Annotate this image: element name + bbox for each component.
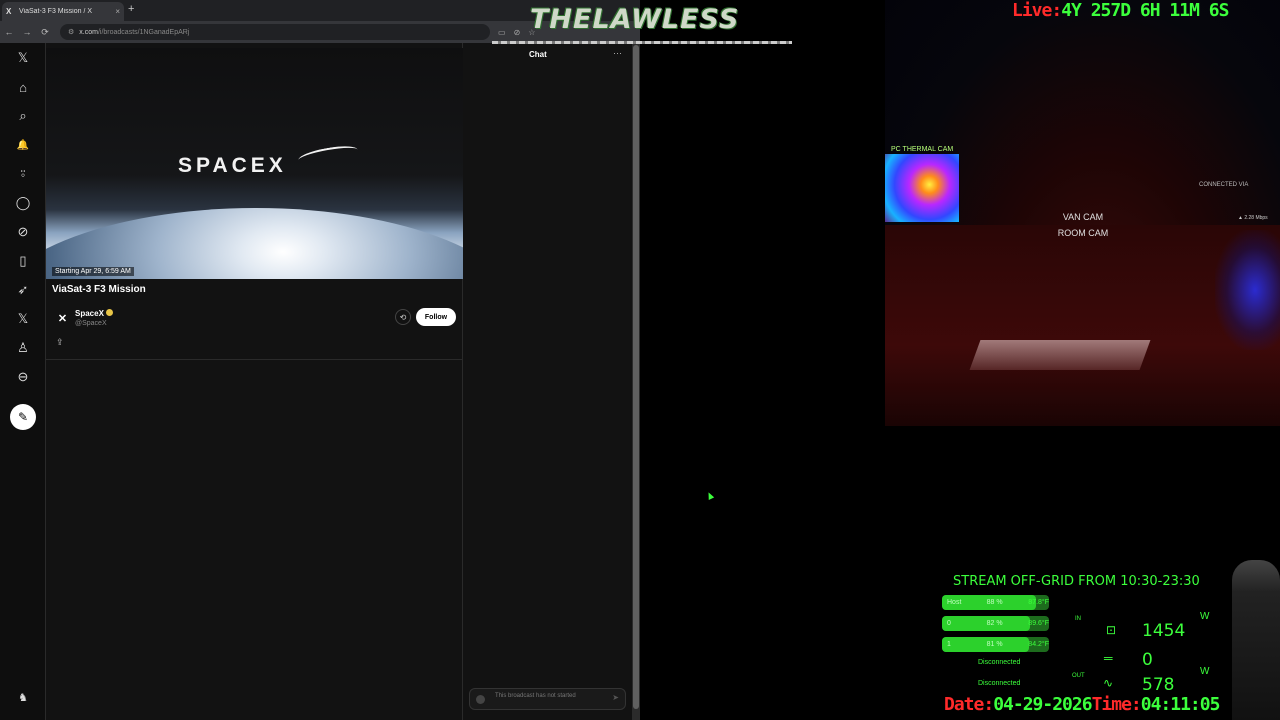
van-cam-label: VAN CAM xyxy=(1062,212,1104,222)
close-icon[interactable]: × xyxy=(115,7,120,16)
spacex-avatar-icon[interactable]: ✕ xyxy=(54,310,71,327)
battery-label: 0 xyxy=(947,620,951,627)
room-cam-label: ROOM CAM xyxy=(1057,228,1109,238)
site-info-icon[interactable]: ⚙ xyxy=(68,28,74,36)
barbed-wire-decoration xyxy=(492,41,792,44)
browser-window: X ViaSat-3 F3 Mission / X × + ← → ⟳ ⚙ x.… xyxy=(0,0,640,720)
network-speed: ▲ 2.28 Mbps xyxy=(1238,215,1268,221)
thermal-cam-label: PC THERMAL CAM xyxy=(891,146,954,153)
battery-percent: 82 % xyxy=(986,620,1003,627)
screen: X ViaSat-3 F3 Mission / X × + ← → ⟳ ⚙ x.… xyxy=(0,0,1280,720)
author-block[interactable]: ✕ SpaceX @SpaceX xyxy=(54,307,113,329)
battery-0-bar: 0 82 % 89.6°F xyxy=(942,616,1049,631)
chat-input[interactable]: This broadcast has not started ➤ xyxy=(469,688,626,710)
date-value: 04-29-2026 xyxy=(993,694,1092,715)
author-name[interactable]: SpaceX xyxy=(75,309,104,318)
spacex-logo: SPACEX xyxy=(178,142,359,178)
disconnected-status-2: Disconnected xyxy=(978,680,1021,687)
tab-active[interactable]: X ViaSat-3 F3 Mission / X × xyxy=(2,2,124,21)
account-avatar-icon[interactable]: ♞ xyxy=(12,686,34,708)
reload-button[interactable]: ⟳ xyxy=(36,27,54,38)
scrollbar-thumb[interactable] xyxy=(633,45,639,709)
power-value-1: 1454 xyxy=(1142,621,1186,641)
power-value-3: 578 xyxy=(1142,675,1175,695)
datetime-readout: Date:04-29-2026Time:04:11:05 xyxy=(944,694,1221,715)
spacex-logo-text: SPACEX xyxy=(178,154,287,177)
url-path: /i/broadcasts/1NGanadEpARj xyxy=(97,28,190,36)
share-icon[interactable]: ⇪ xyxy=(56,337,64,348)
message-icon[interactable]: ◯ xyxy=(12,192,34,214)
offgrid-schedule: STREAM OFF-GRID FROM 10:30-23:30 xyxy=(953,574,1200,589)
premium-x-icon[interactable]: 𝕏 xyxy=(12,308,34,330)
profile-icon[interactable]: ♙ xyxy=(12,337,34,359)
time-label: Time: xyxy=(1091,694,1142,715)
battery-percent: 88 % xyxy=(986,599,1003,606)
chat-title: Chat xyxy=(529,50,547,59)
battery-temp: 84.2°F xyxy=(1028,641,1049,648)
send-icon[interactable]: ➤ xyxy=(612,694,619,702)
tab-title: ViaSat-3 F3 Mission / X xyxy=(19,8,93,15)
ac-icon: ∿ xyxy=(1103,676,1114,690)
new-tab-button[interactable]: + xyxy=(128,3,134,15)
battery-label: Host xyxy=(947,599,962,606)
scrollbar[interactable] xyxy=(632,43,640,720)
time-value: 04:11:05 xyxy=(1140,694,1221,715)
keyboard-image xyxy=(969,340,1151,370)
repost-button[interactable]: ⟲ xyxy=(395,309,411,325)
search-icon[interactable]: ⌕ xyxy=(12,105,34,127)
rocket-icon[interactable]: ➶ xyxy=(12,279,34,301)
mouse-cursor-icon xyxy=(705,491,715,500)
divider xyxy=(46,359,463,360)
chat-panel: Chat ··· This broadcast has not started … xyxy=(463,43,632,720)
grok-icon[interactable]: ⊘ xyxy=(12,221,34,243)
out-label: OUT xyxy=(1072,673,1085,679)
verified-badge-icon xyxy=(105,309,113,316)
url-domain: x.com xyxy=(79,28,98,36)
url-field[interactable]: ⚙ x.com/i/broadcasts/1NGanadEpARj xyxy=(60,24,490,40)
live-label: Live: xyxy=(1012,0,1062,21)
watt-unit-1: W xyxy=(1200,611,1210,622)
thermal-cam-feed xyxy=(885,154,959,222)
spacex-swoosh-icon xyxy=(297,142,359,168)
dc-icon: ═ xyxy=(1104,651,1113,665)
date-label: Date: xyxy=(944,694,994,715)
connected-via-label: CONNECTED VIA xyxy=(1199,182,1249,188)
bookmark-icon[interactable]: ▯ xyxy=(12,250,34,272)
battery-temp: 87.8°F xyxy=(1028,599,1049,606)
add-user-icon[interactable]: ⍤ xyxy=(12,163,34,185)
outlet-icon: ⊡ xyxy=(1106,623,1117,637)
battery-percent: 81 % xyxy=(986,641,1003,648)
x-sidebar: 𝕏 ⌂ ⌕ 🔔 ⍤ ◯ ⊘ ▯ ➶ 𝕏 ♙ ⊖ ✎ ♞ xyxy=(0,43,46,720)
more-icon[interactable]: ⊖ xyxy=(12,366,34,388)
battery-temp: 89.6°F xyxy=(1028,620,1049,627)
broadcast-title: ViaSat-3 F3 Mission xyxy=(52,284,146,295)
brand-text: THELAWLESS xyxy=(530,4,740,35)
broadcast-main: SPACEX Starting Apr 29, 6:59 AM ViaSat-3… xyxy=(46,43,463,720)
power-value-2: 0 xyxy=(1142,650,1153,670)
start-time-badge: Starting Apr 29, 6:59 AM xyxy=(52,267,134,276)
live-uptime: Live:4Y 257D 6H 11M 6S xyxy=(1012,0,1229,21)
x-logo-icon: X xyxy=(6,7,12,16)
bell-icon[interactable]: 🔔 xyxy=(12,134,34,156)
emoji-icon[interactable] xyxy=(476,695,485,704)
battery-1-bar: 1 81 % 84.2°F xyxy=(942,637,1049,652)
watt-unit-2: W xyxy=(1200,666,1210,677)
x-home-logo-icon[interactable]: 𝕏 xyxy=(12,47,34,69)
battery-label: 1 xyxy=(947,641,951,648)
disconnected-status-1: Disconnected xyxy=(978,659,1021,666)
stream-brand-logo: THELAWLESS xyxy=(492,4,792,50)
chat-input-placeholder: This broadcast has not started xyxy=(495,693,576,699)
in-label: IN xyxy=(1075,616,1081,622)
back-button[interactable]: ← xyxy=(0,27,18,37)
author-handle: @SpaceX xyxy=(75,320,107,327)
broadcast-video[interactable]: SPACEX Starting Apr 29, 6:59 AM xyxy=(46,48,463,279)
compose-button[interactable]: ✎ xyxy=(10,404,36,430)
live-value: 4Y 257D 6H 11M 6S xyxy=(1061,0,1229,21)
battery-host-bar: Host 88 % 87.8°F xyxy=(942,595,1049,610)
forward-button[interactable]: → xyxy=(18,27,36,37)
home-icon[interactable]: ⌂ xyxy=(12,76,34,98)
streamer-figure xyxy=(1232,560,1280,720)
follow-button[interactable]: Follow xyxy=(416,308,456,326)
